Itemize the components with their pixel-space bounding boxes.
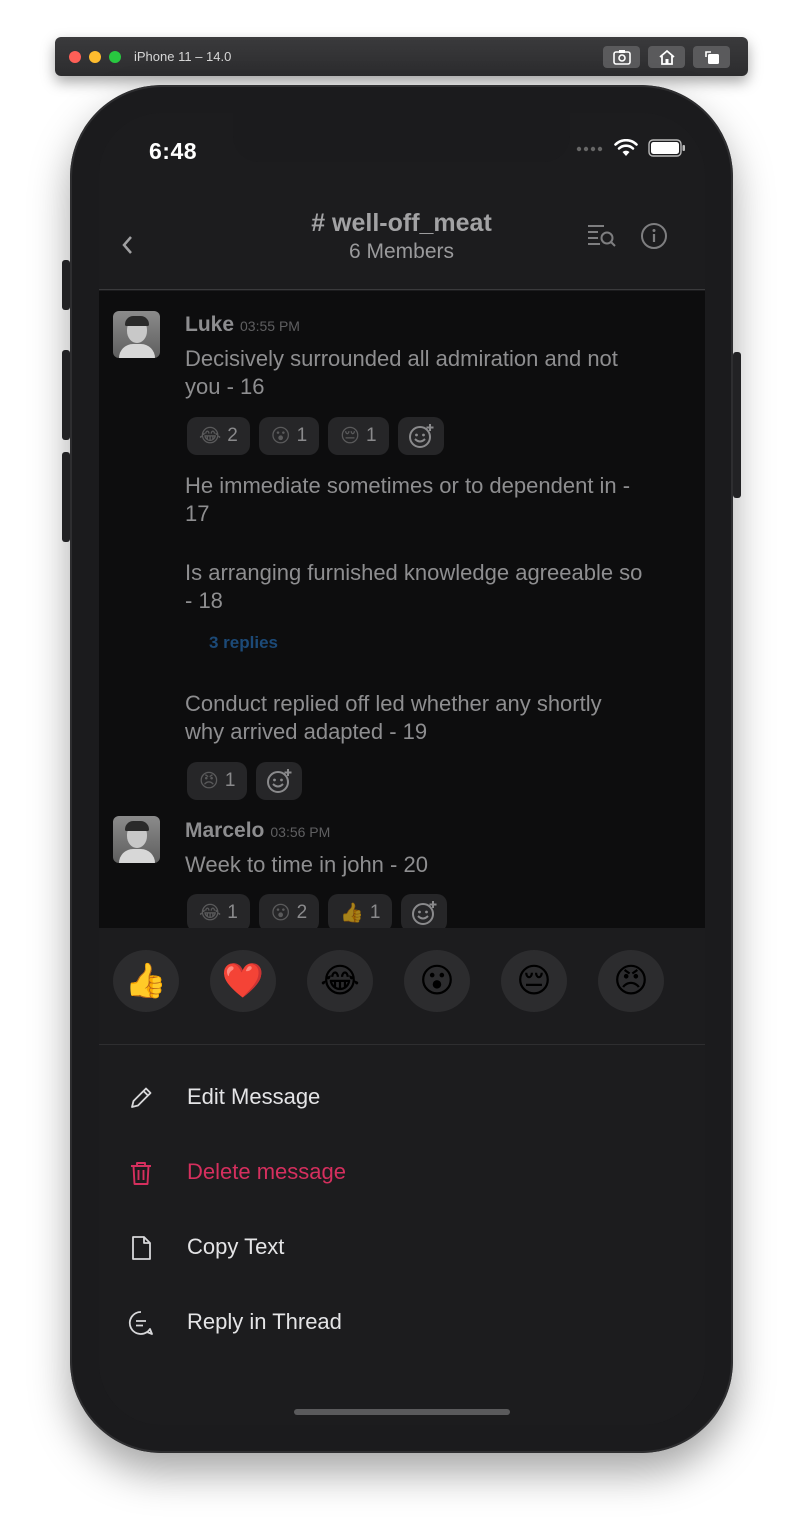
- message-text[interactable]: Decisively surrounded all admiration and…: [185, 345, 645, 401]
- author-name: Luke: [185, 313, 235, 336]
- quick-reaction-pensive[interactable]: 😔: [501, 950, 567, 1012]
- reaction-count: 1: [365, 425, 377, 446]
- add-reaction-button[interactable]: [401, 894, 448, 928]
- message-author[interactable]: Luke 03:55 PM: [185, 313, 300, 337]
- home-button[interactable]: [648, 46, 685, 68]
- home-indicator[interactable]: [294, 1409, 510, 1415]
- cellular-signal-icon: [576, 146, 603, 152]
- reaction-count: 1: [224, 770, 236, 791]
- screenshot-button[interactable]: [603, 46, 640, 68]
- reaction-bar: 😂 2 😮 1 😔 1: [187, 417, 444, 455]
- volume-down-button: [62, 452, 70, 542]
- reaction-emoji: 😠: [199, 770, 219, 792]
- add-reaction-icon: [267, 769, 292, 793]
- volume-up-button: [62, 350, 70, 440]
- reaction-count: 2: [227, 425, 238, 446]
- action-label: Edit Message: [187, 1084, 321, 1109]
- rotate-button[interactable]: [693, 46, 730, 68]
- simulator-title: iPhone 11 – 14.0: [134, 49, 232, 64]
- reply-in-thread-button[interactable]: Reply in Thread: [99, 1293, 705, 1353]
- add-reaction-icon: [412, 901, 437, 925]
- simulator-title-bar: iPhone 11 – 14.0: [55, 37, 748, 76]
- reaction-emoji: 😂: [199, 425, 222, 447]
- reaction-chip[interactable]: 😂 1: [187, 894, 250, 928]
- screenshot-icon: [612, 50, 631, 65]
- add-reaction-icon: [408, 424, 434, 448]
- message-text[interactable]: He immediate sometimes or to dependent i…: [185, 472, 645, 528]
- delete-message-button[interactable]: Delete message: [99, 1143, 705, 1203]
- search-list-icon: [588, 225, 616, 247]
- reaction-chip[interactable]: 😂 2: [187, 417, 250, 455]
- message-list: Luke 03:55 PM Decisively surrounded all a…: [99, 291, 705, 928]
- minimize-window-button[interactable]: [89, 51, 101, 63]
- reaction-bar: 😂 1 😮 2 👍 1: [187, 894, 448, 928]
- message-text[interactable]: Conduct replied off led whether any shor…: [185, 690, 645, 746]
- thread-reply-icon: [128, 1311, 153, 1335]
- reaction-emoji: 😔: [340, 425, 360, 447]
- reaction-emoji: 😂: [199, 902, 222, 924]
- close-window-button[interactable]: [69, 51, 81, 63]
- quick-reaction-joy[interactable]: 😂: [307, 950, 373, 1012]
- quick-reaction-row: 👍 ❤️ 😂 😮 😔 😠: [113, 950, 664, 1012]
- reaction-emoji: 😮: [270, 902, 291, 924]
- channel-title[interactable]: # well-off_meat: [99, 209, 639, 238]
- status-time: 6:48: [149, 138, 198, 164]
- battery-icon: [648, 139, 685, 157]
- avatar[interactable]: [113, 311, 160, 358]
- home-icon: [658, 49, 675, 65]
- message-author[interactable]: Marcelo 03:56 PM: [185, 819, 330, 843]
- thread-replies-link[interactable]: 3 replies: [209, 633, 278, 653]
- channel-header: # well-off_meat 6 Members: [99, 183, 705, 290]
- power-button: [733, 352, 741, 498]
- reaction-chip[interactable]: 😔 1: [328, 417, 389, 455]
- add-reaction-button[interactable]: [397, 417, 444, 455]
- reaction-count: 1: [296, 425, 308, 446]
- message-text[interactable]: Week to time in john - 20: [185, 851, 645, 879]
- add-reaction-button[interactable]: [256, 762, 303, 800]
- notch: [233, 113, 570, 162]
- reaction-count: 2: [296, 902, 308, 923]
- reaction-emoji: 😮: [270, 425, 291, 447]
- message-actions-sheet: 👍 ❤️ 😂 😮 😔 😠 Edit Message Delete message…: [99, 928, 705, 1425]
- status-icons: [576, 139, 686, 157]
- wifi-icon: [614, 139, 638, 156]
- document-icon: [132, 1236, 151, 1260]
- quick-reaction-angry[interactable]: 😠: [598, 950, 664, 1012]
- message-time: 03:55 PM: [240, 318, 300, 334]
- quick-reaction-thumbs-up[interactable]: 👍: [113, 950, 179, 1012]
- message-text[interactable]: Is arranging furnished knowledge agreeab…: [185, 559, 645, 615]
- reaction-chip[interactable]: 👍 1: [328, 894, 393, 928]
- author-name: Marcelo: [185, 819, 265, 842]
- ring-switch: [62, 260, 70, 310]
- action-label: Delete message: [187, 1159, 346, 1184]
- quick-reaction-heart[interactable]: ❤️: [210, 950, 276, 1012]
- avatar[interactable]: [113, 816, 160, 863]
- reaction-chip[interactable]: 😠 1: [187, 762, 248, 800]
- reaction-bar: 😠 1: [187, 762, 303, 800]
- action-label: Copy Text: [187, 1234, 285, 1259]
- rotate-icon: [704, 51, 719, 64]
- reaction-count: 1: [369, 902, 381, 923]
- pencil-icon: [131, 1087, 152, 1108]
- channel-info-button[interactable]: [640, 222, 668, 255]
- divider: [99, 1044, 705, 1045]
- quick-reaction-surprised[interactable]: 😮: [404, 950, 470, 1012]
- reaction-count: 1: [227, 902, 238, 923]
- reaction-chip[interactable]: 😮 1: [258, 417, 320, 455]
- phone-screen: 6:48 # well-off_meat 6 Members Luke 03:55…: [99, 113, 705, 1425]
- search-messages-button[interactable]: [586, 222, 618, 253]
- trash-icon: [131, 1162, 151, 1185]
- reaction-emoji: 👍: [340, 903, 364, 924]
- message-time: 03:56 PM: [270, 824, 331, 840]
- copy-text-button[interactable]: Copy Text: [99, 1218, 705, 1278]
- member-count: 6 Members: [348, 240, 455, 263]
- info-icon: [641, 223, 667, 249]
- zoom-window-button[interactable]: [109, 51, 121, 63]
- reaction-chip[interactable]: 😮 2: [258, 894, 320, 928]
- action-label: Reply in Thread: [187, 1309, 342, 1334]
- edit-message-button[interactable]: Edit Message: [99, 1068, 705, 1128]
